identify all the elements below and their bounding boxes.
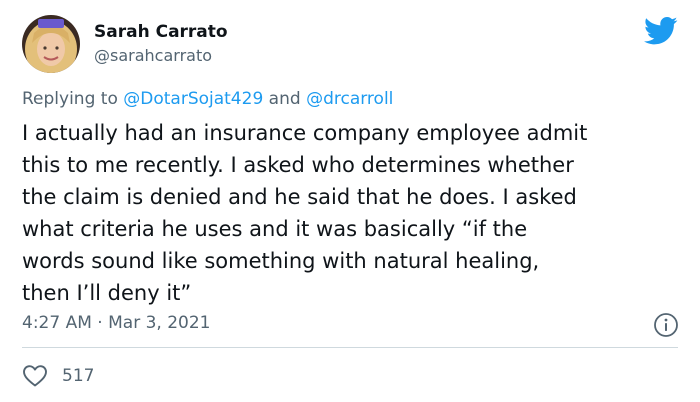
twitter-bird-icon[interactable] [644,16,678,46]
tweet-text-line: what criteria he uses and it was basical… [22,217,528,241]
author-handle[interactable]: @sarahcarrato [94,45,228,67]
like-count: 517 [62,366,95,386]
timestamp-separator: · [91,313,109,333]
like-button[interactable]: 517 [22,363,94,389]
mention-link[interactable]: @drcarroll [306,89,393,109]
tweet-text: I actually had an insurance company empl… [22,117,682,309]
divider [22,347,678,348]
reply-conjunction: and [263,89,307,109]
tweet-text-line: words sound like something with natural … [22,249,540,273]
tweet-date: Mar 3, 2021 [108,313,211,333]
author-display-name[interactable]: Sarah Carrato [94,20,228,44]
reply-context: Replying to @DotarSojat429 and @drcarrol… [22,88,393,110]
avatar[interactable] [22,15,80,73]
tweet-text-line: the claim is denied and he said that he … [22,185,577,209]
tweet-time: 4:27 AM [22,313,92,333]
author-info: Sarah Carrato @sarahcarrato [94,20,228,67]
avatar-image [22,15,80,73]
mention-link[interactable]: @DotarSojat429 [123,89,263,109]
tweet-timestamp[interactable]: 4:27 AM · Mar 3, 2021 [22,312,210,334]
tweet-text-line: I actually had an insurance company empl… [22,121,588,145]
reply-prefix: Replying to [22,89,124,109]
heart-icon [23,365,47,387]
tweet-card: Sarah Carrato @sarahcarrato Replying to … [0,0,700,402]
info-icon[interactable] [653,312,679,338]
tweet-text-line: this to me recently. I asked who determi… [22,153,574,177]
tweet-text-line: then I’ll deny it” [22,281,192,305]
